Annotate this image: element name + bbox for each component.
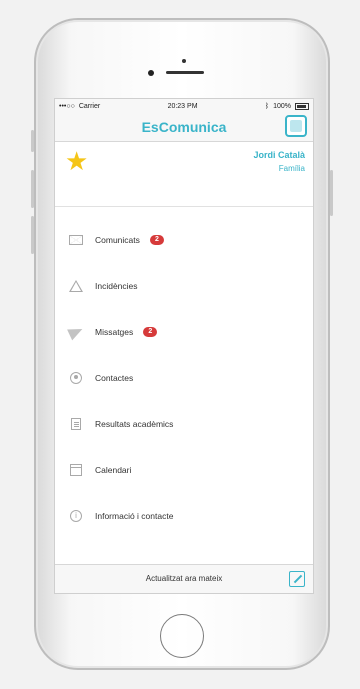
user-name: Jordi Català — [253, 150, 305, 160]
menu-item-label: Incidències — [95, 281, 138, 291]
status-time: 20:23 PM — [167, 102, 198, 110]
chat-bubble-icon[interactable] — [285, 115, 307, 137]
home-button[interactable] — [160, 614, 204, 658]
menu-item-label: Informació i contacte — [95, 511, 174, 521]
info-icon: i — [67, 509, 85, 523]
front-camera — [148, 70, 154, 76]
warning-icon — [67, 279, 85, 293]
power-button — [330, 170, 333, 216]
menu-item-label: Resultats acadèmics — [95, 419, 174, 429]
phone-frame: •••○○ Carrier 20:23 PM ᛒ 100% EsComunica… — [31, 18, 333, 670]
menu-item-calendari[interactable]: Calendari — [55, 447, 313, 493]
status-bar: •••○○ Carrier 20:23 PM ᛒ 100% — [55, 99, 313, 113]
menu-item-informacio-contacte[interactable]: i Informació i contacte — [55, 493, 313, 539]
volume-down-button — [31, 216, 34, 254]
menu-item-comunicats[interactable]: Comunicats 2 — [55, 217, 313, 263]
profile-header[interactable]: ★ Jordi Català Família — [55, 142, 313, 207]
menu-item-label: Calendari — [95, 465, 132, 475]
menu-item-resultats-academics[interactable]: Resultats acadèmics — [55, 401, 313, 447]
menu-item-missatges[interactable]: Missatges 2 — [55, 309, 313, 355]
document-icon — [67, 417, 85, 431]
carrier-label: Carrier — [78, 102, 101, 110]
menu-item-label: Comunicats — [95, 235, 140, 245]
mute-switch — [31, 130, 34, 152]
menu-item-incidencies[interactable]: Incidències — [55, 263, 313, 309]
signal-indicator: •••○○ — [59, 102, 75, 110]
proximity-sensor — [182, 59, 186, 63]
earpiece-speaker — [166, 71, 204, 74]
main-menu: Comunicats 2 Incidències Missatges 2 Con… — [55, 207, 313, 539]
status-left: •••○○ Carrier — [59, 103, 100, 110]
navigation-bar: EsComunica — [55, 113, 313, 142]
bluetooth-icon: ᛒ — [264, 102, 270, 110]
unread-badge: 2 — [149, 235, 164, 245]
volume-up-button — [31, 170, 34, 208]
calendar-icon — [67, 463, 85, 477]
compose-icon[interactable] — [289, 571, 305, 587]
app-screen: •••○○ Carrier 20:23 PM ᛒ 100% EsComunica… — [54, 98, 314, 594]
last-updated-label: Actualitzat ara mateix — [145, 574, 223, 583]
app-title: EsComunica — [141, 119, 227, 135]
battery-icon — [295, 102, 309, 110]
menu-item-label: Missatges — [95, 327, 134, 337]
menu-item-contactes[interactable]: Contactes — [55, 355, 313, 401]
menu-item-label: Contactes — [95, 373, 134, 383]
send-icon — [67, 325, 85, 339]
user-role: Família — [278, 164, 305, 173]
status-right: ᛒ 100% — [264, 102, 309, 110]
envelope-icon — [67, 233, 85, 247]
battery-percent: 100% — [273, 102, 291, 110]
bottom-toolbar: Actualitzat ara mateix — [55, 564, 313, 593]
unread-badge: 2 — [143, 327, 158, 337]
contact-icon — [67, 371, 85, 385]
star-icon: ★ — [65, 146, 89, 176]
